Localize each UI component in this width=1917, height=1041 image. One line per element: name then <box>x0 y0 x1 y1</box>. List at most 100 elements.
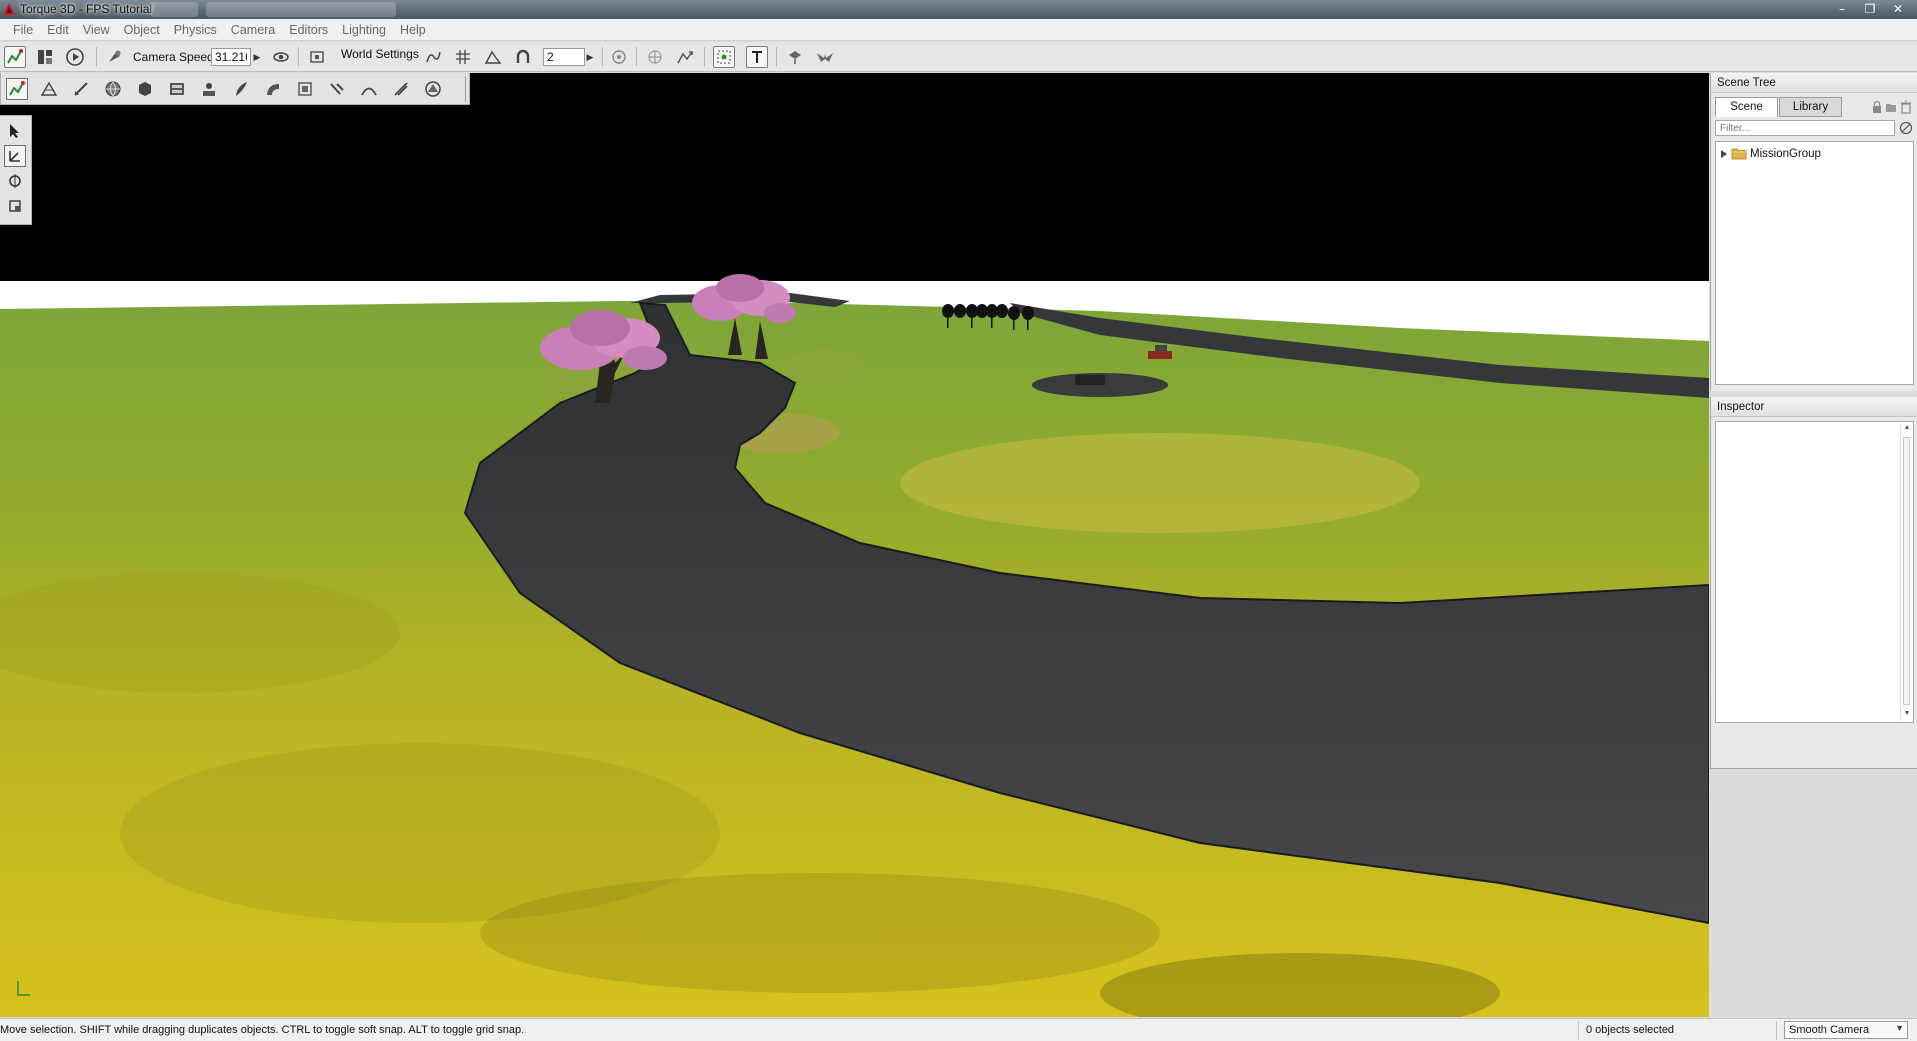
decal-editor-icon[interactable] <box>230 78 252 100</box>
lock-icon[interactable] <box>1871 100 1883 114</box>
grid-size-arrow-icon[interactable]: ▶ <box>584 48 596 66</box>
toolbar-separator <box>636 47 637 67</box>
tab-scene[interactable]: Scene <box>1715 97 1778 117</box>
scroll-thumb[interactable] <box>1903 437 1910 705</box>
menu-camera[interactable]: Camera <box>224 23 282 37</box>
torque-logo-icon <box>3 3 15 15</box>
toolbar-separator <box>776 47 777 67</box>
select-arrow-icon[interactable] <box>4 120 26 142</box>
move-tool-icon[interactable] <box>4 145 26 167</box>
toolbar-separator <box>602 47 603 67</box>
grid-snap-icon[interactable] <box>452 46 474 68</box>
menu-file[interactable]: File <box>6 23 40 37</box>
restore-icon[interactable]: ❐ <box>1857 1 1883 17</box>
scene-tree-tabs: Scene Library <box>1715 97 1843 117</box>
grid-size-field[interactable] <box>543 48 585 66</box>
camera-speed-arrow-icon[interactable]: ▶ <box>251 48 263 66</box>
tree-item-missiongroup[interactable]: MissionGroup <box>1720 147 1821 160</box>
play-game-icon[interactable] <box>64 46 86 68</box>
mesh-road-editor-icon[interactable] <box>294 78 316 100</box>
object-bounds-icon[interactable] <box>608 46 630 68</box>
toolbar-separator <box>96 47 97 67</box>
menu-view[interactable]: View <box>76 23 117 37</box>
camera-mode-dropdown[interactable]: Smooth Camera ▼ <box>1784 1021 1908 1039</box>
fit-view-icon[interactable] <box>306 46 328 68</box>
flight-mode-icon[interactable] <box>814 46 836 68</box>
scene-tree-panel: Scene Tree Scene Library MissionGroup <box>1710 73 1917 391</box>
terrain-snap-icon[interactable] <box>482 46 504 68</box>
camera-mode-value: Smooth Camera <box>1789 1024 1870 1036</box>
text-tool-icon[interactable] <box>746 46 768 68</box>
magnet-snap-icon[interactable] <box>512 46 534 68</box>
select-bounds-icon[interactable] <box>713 46 735 68</box>
inspector-scrollbar[interactable]: ▲ ▼ <box>1900 423 1912 721</box>
shape-editor-icon[interactable] <box>390 78 412 100</box>
convex-editor-icon[interactable] <box>422 78 444 100</box>
status-message: Move selection. SHIFT while dragging dup… <box>0 1024 525 1036</box>
status-separator <box>1578 1021 1579 1040</box>
terrain-scene <box>0 73 1709 1017</box>
menu-physics[interactable]: Physics <box>167 23 224 37</box>
new-folder-icon[interactable] <box>1885 100 1897 114</box>
camera-speed-label: Camera Speed <box>133 50 214 64</box>
scene-tree-title: Scene Tree <box>1711 73 1917 93</box>
datablock-editor-icon[interactable] <box>166 78 188 100</box>
background-tab-blur <box>150 2 198 17</box>
clear-filter-icon[interactable] <box>1899 121 1913 135</box>
terrain-painter-icon[interactable] <box>70 78 92 100</box>
object-center-icon[interactable] <box>644 46 666 68</box>
scene-filter-input[interactable] <box>1715 120 1895 136</box>
snap-to-object-icon[interactable] <box>422 46 444 68</box>
camera-speed-field[interactable] <box>211 48 251 66</box>
navmesh-editor-icon[interactable] <box>358 78 380 100</box>
inspector-content: ▲ ▼ <box>1715 421 1914 723</box>
object-editor-icon[interactable] <box>6 78 28 100</box>
title-bar: Torque 3D - FPS Tutorial – ❐ ✕ <box>0 0 1917 19</box>
menu-bar: File Edit View Object Physics Camera Edi… <box>0 19 1917 41</box>
folder-icon <box>1731 148 1747 160</box>
expand-arrow-icon[interactable] <box>1720 149 1728 159</box>
menu-edit[interactable]: Edit <box>40 23 76 37</box>
inspector-panel: Inspector ▲ ▼ <box>1710 397 1917 769</box>
world-settings-label[interactable]: World Settings <box>341 47 419 61</box>
editor-palette-toolbar <box>0 73 470 105</box>
drop-to-ground-icon[interactable] <box>784 46 806 68</box>
minimize-icon[interactable]: – <box>1829 1 1855 17</box>
world-editor-icon[interactable] <box>4 46 26 68</box>
delete-icon[interactable] <box>1900 100 1912 114</box>
world-transform-icon[interactable] <box>674 46 696 68</box>
tree-item-label: MissionGroup <box>1750 147 1821 160</box>
background-tab-blur <box>206 2 396 17</box>
toolbar-separator <box>704 47 705 67</box>
palette-grip[interactable] <box>465 76 469 102</box>
menu-object[interactable]: Object <box>117 23 167 37</box>
close-icon[interactable]: ✕ <box>1885 1 1911 17</box>
particle-editor-icon[interactable] <box>198 78 220 100</box>
tab-library[interactable]: Library <box>1779 97 1842 117</box>
visibility-eye-icon[interactable] <box>270 46 292 68</box>
main-toolbar: Camera Speed ▶ World Settings ▶ <box>0 42 1917 72</box>
gui-editor-icon[interactable] <box>34 46 56 68</box>
scroll-up-icon[interactable]: ▲ <box>1902 424 1912 434</box>
status-bar: Move selection. SHIFT while dragging dup… <box>0 1018 1917 1041</box>
selection-count: 0 objects selected <box>1586 1024 1675 1036</box>
camera-icon[interactable] <box>104 46 126 68</box>
rotate-tool-icon[interactable] <box>4 170 26 192</box>
menu-lighting[interactable]: Lighting <box>335 23 393 37</box>
scroll-down-icon[interactable]: ▼ <box>1902 710 1912 720</box>
inspector-title: Inspector <box>1711 397 1917 417</box>
scale-tool-icon[interactable] <box>4 195 26 217</box>
sketch-tool-icon[interactable] <box>134 78 156 100</box>
transform-tool-strip <box>0 115 32 225</box>
river-editor-icon[interactable] <box>326 78 348 100</box>
chevron-down-icon: ▼ <box>1895 1023 1904 1033</box>
road-editor-icon[interactable] <box>262 78 284 100</box>
status-separator <box>1776 1021 1777 1040</box>
material-editor-icon[interactable] <box>102 78 124 100</box>
scene-tree-list: MissionGroup <box>1715 141 1914 385</box>
terrain-editor-icon[interactable] <box>38 78 60 100</box>
menu-editors[interactable]: Editors <box>282 23 335 37</box>
scene-viewport[interactable] <box>0 73 1709 1017</box>
menu-help[interactable]: Help <box>393 23 433 37</box>
toolbar-separator <box>298 47 299 67</box>
